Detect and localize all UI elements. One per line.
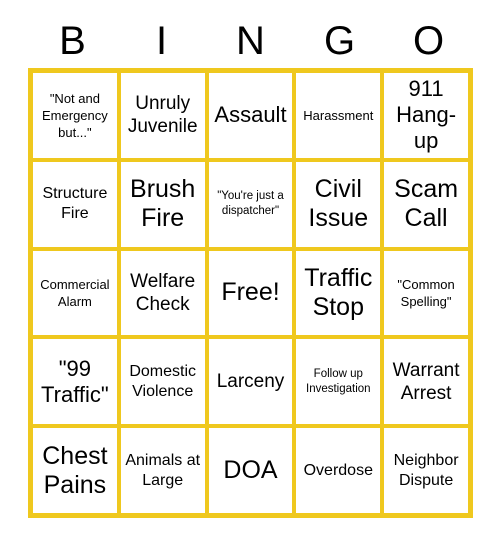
bingo-cell-label: Unruly Juvenile xyxy=(127,93,198,138)
bingo-header-letter-b: B xyxy=(59,19,86,63)
bingo-cell-label: Scam Call xyxy=(394,175,459,233)
bingo-cell-label: 911 Hang-up xyxy=(396,76,457,154)
bingo-header-letter-n: N xyxy=(236,19,265,63)
bingo-cell-label: Commercial Alarm xyxy=(40,276,110,309)
bingo-cell-label: Domestic Violence xyxy=(129,362,197,400)
bingo-header-letter-o: O xyxy=(412,19,445,63)
bingo-header-letter-g: G xyxy=(323,19,356,63)
bingo-cell-label: Free! xyxy=(221,278,280,307)
bingo-cell[interactable]: Brush Fire xyxy=(120,161,205,247)
bingo-cell-label: Structure Fire xyxy=(42,185,108,223)
bingo-cell-label: "99 Traffic" xyxy=(41,355,109,407)
bingo-header-row: B I N G O xyxy=(28,14,473,68)
bingo-cell-label: "You're just a dispatcher" xyxy=(217,190,284,218)
bingo-cell[interactable]: Assault xyxy=(208,73,293,158)
bingo-cell[interactable]: Chest Pains xyxy=(33,428,117,513)
bingo-cell[interactable]: Welfare Check xyxy=(120,250,205,336)
bingo-cell-label: Harassment xyxy=(303,107,374,123)
bingo-cell-label: Neighbor Dispute xyxy=(393,451,459,489)
bingo-cell-label: "Not and Emergency but..." xyxy=(42,90,108,140)
bingo-cell-label: Overdose xyxy=(303,461,373,479)
bingo-cell-label: Traffic Stop xyxy=(304,263,373,321)
bingo-header-letter-i: I xyxy=(155,19,168,63)
bingo-cell[interactable]: Neighbor Dispute xyxy=(384,428,468,513)
bingo-cell[interactable]: Harassment xyxy=(296,73,381,158)
bingo-cell[interactable]: Scam Call xyxy=(384,161,468,247)
bingo-cell[interactable]: Unruly Juvenile xyxy=(120,73,205,158)
bingo-cell-label: "Common Spelling" xyxy=(397,276,455,309)
bingo-cell-free-space[interactable]: Free! xyxy=(208,250,293,336)
bingo-cell[interactable]: "You're just a dispatcher" xyxy=(208,161,293,247)
bingo-cell[interactable]: Commercial Alarm xyxy=(33,250,117,336)
bingo-grid: "Not and Emergency but..." Unruly Juvenil… xyxy=(28,68,473,518)
bingo-cell-label: Animals at Large xyxy=(125,451,201,489)
bingo-cell-label: Warrant Arrest xyxy=(392,359,460,404)
bingo-cell-label: Assault xyxy=(214,102,287,128)
bingo-card: B I N G O "Not and Emergency but..." Unru… xyxy=(0,0,502,544)
bingo-cell[interactable]: "Common Spelling" xyxy=(384,250,468,336)
bingo-cell[interactable]: Structure Fire xyxy=(33,161,117,247)
bingo-cell[interactable]: 911 Hang-up xyxy=(384,73,468,158)
bingo-cell-label: DOA xyxy=(223,456,278,485)
bingo-cell[interactable]: Warrant Arrest xyxy=(384,339,468,425)
bingo-cell[interactable]: "Not and Emergency but..." xyxy=(33,73,117,158)
bingo-cell[interactable]: Animals at Large xyxy=(120,428,205,513)
bingo-cell[interactable]: DOA xyxy=(208,428,293,513)
bingo-cell-label: Follow up Investigation xyxy=(306,367,371,395)
bingo-cell-label: Larceny xyxy=(216,371,285,393)
bingo-cell[interactable]: Traffic Stop xyxy=(296,250,381,336)
bingo-cell[interactable]: Domestic Violence xyxy=(120,339,205,425)
bingo-cell[interactable]: Civil Issue xyxy=(296,161,381,247)
bingo-cell[interactable]: Overdose xyxy=(296,428,381,513)
bingo-cell[interactable]: Larceny xyxy=(208,339,293,425)
bingo-cell-label: Brush Fire xyxy=(130,175,196,233)
bingo-cell[interactable]: Follow up Investigation xyxy=(296,339,381,425)
bingo-cell-label: Welfare Check xyxy=(130,270,196,315)
bingo-cell-label: Chest Pains xyxy=(42,441,108,499)
bingo-cell-label: Civil Issue xyxy=(308,175,369,233)
bingo-cell[interactable]: "99 Traffic" xyxy=(33,339,117,425)
